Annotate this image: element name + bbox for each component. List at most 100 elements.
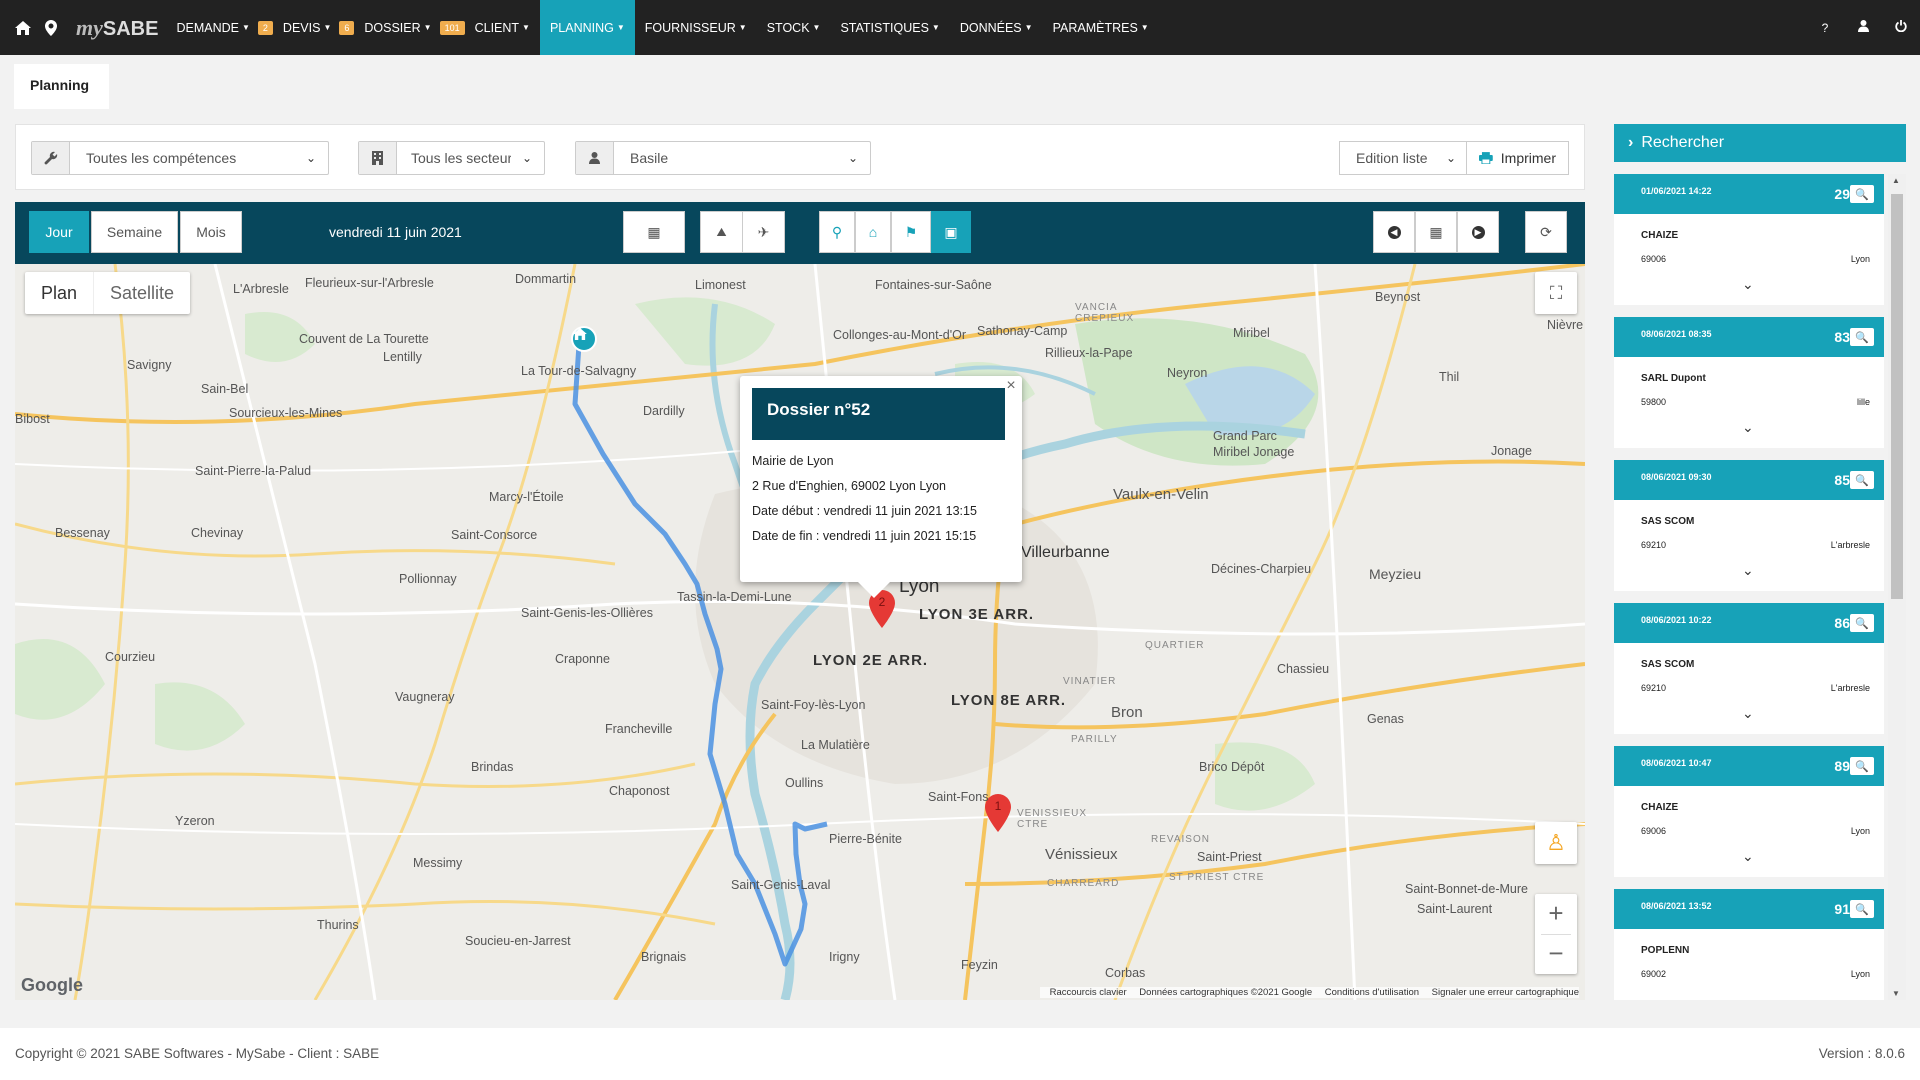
nav-statistiques[interactable]: STATISTIQUES ▼ (830, 0, 949, 55)
nav-dossier[interactable]: DOSSIER ▼ (354, 0, 441, 55)
view-mois-button[interactable]: Mois (180, 211, 242, 253)
chevron-down-icon[interactable]: ⌄ (1742, 562, 1754, 579)
sidebar-scrollbar[interactable]: ▲ ▼ (1888, 174, 1906, 1000)
map-label: Sourcieux-les-Mines (229, 406, 343, 420)
nav-devis[interactable]: DEVIS ▼ (273, 0, 341, 55)
zoom-out-icon[interactable]: − (1541, 934, 1571, 974)
prev-button[interactable]: ◀ (1373, 211, 1415, 253)
badge-devis: 6 (339, 20, 355, 35)
refresh-button[interactable]: ⟳ (1525, 211, 1567, 253)
map-label: Chassieu (1277, 662, 1330, 676)
map-label: Dommartin (515, 272, 577, 286)
marker-filter-button[interactable]: ⚲ (819, 211, 855, 253)
search-icon[interactable]: 🔍 (1850, 900, 1874, 918)
competences-select[interactable]: Toutes les compétences ⌄ (31, 141, 329, 175)
briefcase-filter-button[interactable]: ▣ (931, 211, 971, 253)
map-label: Marcy-l'Étoile (489, 490, 564, 504)
nav-donnees[interactable]: DONNÉES ▼ (950, 0, 1043, 55)
home-icon[interactable] (10, 0, 36, 55)
close-icon[interactable]: × (1000, 376, 1022, 398)
map-view[interactable]: Plan Satellite ⛶ ♙ + − 2 1 L'Arbresle Fl… (15, 264, 1585, 1000)
edition-select[interactable]: Edition liste ⌄ (1339, 141, 1467, 175)
map-plan-button[interactable]: Plan (25, 272, 93, 314)
road-button[interactable]: ⛰ (700, 211, 743, 253)
plane-button[interactable]: ✈ (742, 211, 785, 253)
nav-demande[interactable]: DEMANDE ▼ (166, 0, 259, 55)
chevron-down-icon[interactable]: ⌄ (1742, 991, 1754, 1000)
search-icon[interactable]: 🔍 (1850, 328, 1874, 346)
nav-fournisseur[interactable]: FOURNISSEUR ▼ (635, 0, 757, 55)
arrow-left-icon: ◀ (1387, 225, 1401, 239)
zoom-in-icon[interactable]: + (1548, 894, 1563, 934)
flag-filter-button[interactable]: ⚑ (891, 211, 931, 253)
help-icon[interactable]: ? (1806, 21, 1844, 35)
briefcase-icon: ▣ (944, 223, 958, 240)
power-icon[interactable] (1882, 20, 1920, 35)
map-label: Vénissieux (1045, 846, 1118, 863)
scrollbar-thumb[interactable] (1891, 194, 1903, 599)
quarter-label: QUARTIER (1145, 640, 1205, 651)
planning-toolbar: Jour Semaine Mois vendredi 11 juin 2021 … (15, 202, 1585, 264)
search-icon[interactable]: 🔍 (1850, 757, 1874, 775)
scroll-up-icon: ▲ (1892, 176, 1900, 185)
view-semaine-button[interactable]: Semaine (91, 211, 178, 253)
map-label: Saint-Genis-Laval (731, 878, 831, 892)
home-marker-icon[interactable] (571, 326, 597, 352)
map-label: L'Arbresle (233, 282, 289, 296)
calendar-button[interactable]: ▦ (623, 211, 685, 253)
report-error-link[interactable]: Signaler une erreur cartographique (1432, 987, 1579, 998)
map-marker-icon[interactable] (38, 0, 64, 55)
map-label: Collonges-au-Mont-d'Or (833, 328, 966, 342)
dossier-card[interactable]: 08/06/2021 10:22 86 🔍 SAS SCOM 69210 L'arbre… (1614, 603, 1884, 734)
search-header[interactable]: › Rechercher (1614, 124, 1906, 162)
map-label: Saint-Consorce (451, 528, 538, 542)
fullscreen-icon: ⛶ (1549, 282, 1563, 303)
home-icon: ⌂ (868, 224, 878, 240)
user-icon (576, 142, 614, 174)
nav-stock[interactable]: STOCK ▼ (757, 0, 831, 55)
street-view-button[interactable]: ♙ (1535, 822, 1577, 864)
dossier-popup: Dossier n°52 × Mairie de Lyon 2 Rue d'En… (740, 376, 1022, 598)
map-label: Saint-Pierre-la-Palud (195, 464, 312, 478)
user-select[interactable]: Basile ⌄ (575, 141, 871, 175)
app-logo[interactable]: mySABE (76, 15, 158, 41)
terms-link[interactable]: Conditions d'utilisation (1325, 987, 1419, 998)
next-button[interactable]: ▶ (1457, 211, 1499, 253)
dossier-card[interactable]: 08/06/2021 08:35 83 🔍 SARL Dupont 59800 lill… (1614, 317, 1884, 448)
keyboard-shortcuts-link[interactable]: Raccourcis clavier (1050, 987, 1127, 998)
dossier-card[interactable]: 08/06/2021 13:52 91 🔍 POPLENN 69002 Lyon ⌄ (1614, 889, 1884, 1000)
map-satellite-button[interactable]: Satellite (93, 272, 190, 314)
home-filter-button[interactable]: ⌂ (855, 211, 891, 253)
page-title-tab[interactable]: Planning (14, 64, 109, 109)
nav-planning[interactable]: PLANNING ▼ (539, 0, 635, 55)
fullscreen-button[interactable]: ⛶ (1535, 272, 1577, 314)
nav-parametres[interactable]: PARAMÈTRES ▼ (1043, 0, 1159, 55)
top-navbar: mySABE DEMANDE ▼ 2 DEVIS ▼ 6 DOSSIER ▼ 101 … (0, 0, 1920, 55)
search-icon[interactable]: 🔍 (1850, 614, 1874, 632)
map-label: La Mulatière (801, 738, 870, 752)
search-icon[interactable]: 🔍 (1850, 471, 1874, 489)
map-label: Oullins (785, 776, 824, 790)
chevron-down-icon[interactable]: ⌄ (1742, 419, 1754, 436)
chevron-down-icon[interactable]: ⌄ (1742, 848, 1754, 865)
current-date: vendredi 11 juin 2021 (329, 224, 462, 240)
map-type-control: Plan Satellite (25, 272, 191, 314)
today-button[interactable]: ▦ (1415, 211, 1457, 253)
secteurs-select[interactable]: Tous les secteurs ⌄ (358, 141, 545, 175)
map-label: Saint-Foy-lès-Lyon (761, 698, 866, 712)
user-icon[interactable] (1844, 20, 1882, 35)
dossier-card[interactable]: 08/06/2021 10:47 89 🔍 CHAIZE 69006 Lyon ⌄ (1614, 746, 1884, 877)
search-icon[interactable]: 🔍 (1850, 185, 1874, 203)
map-label: Craponne (555, 652, 610, 666)
badge-dossier: 101 (439, 20, 465, 35)
dossier-card[interactable]: 01/06/2021 14:22 29 🔍 CHAIZE 69006 Lyon ⌄ (1614, 174, 1884, 305)
popup-address: 2 Rue d'Enghien, 69002 Lyon Lyon (752, 479, 946, 493)
chevron-down-icon[interactable]: ⌄ (1742, 276, 1754, 293)
print-button[interactable]: Imprimer (1467, 141, 1569, 175)
map-label: Bron (1111, 704, 1143, 721)
map-label: Beynost (1375, 290, 1421, 304)
view-jour-button[interactable]: Jour (29, 211, 89, 253)
chevron-down-icon[interactable]: ⌄ (1742, 705, 1754, 722)
dossier-card[interactable]: 08/06/2021 09:30 85 🔍 SAS SCOM 69210 L'arbre… (1614, 460, 1884, 591)
nav-client[interactable]: CLIENT ▼ (465, 0, 540, 55)
